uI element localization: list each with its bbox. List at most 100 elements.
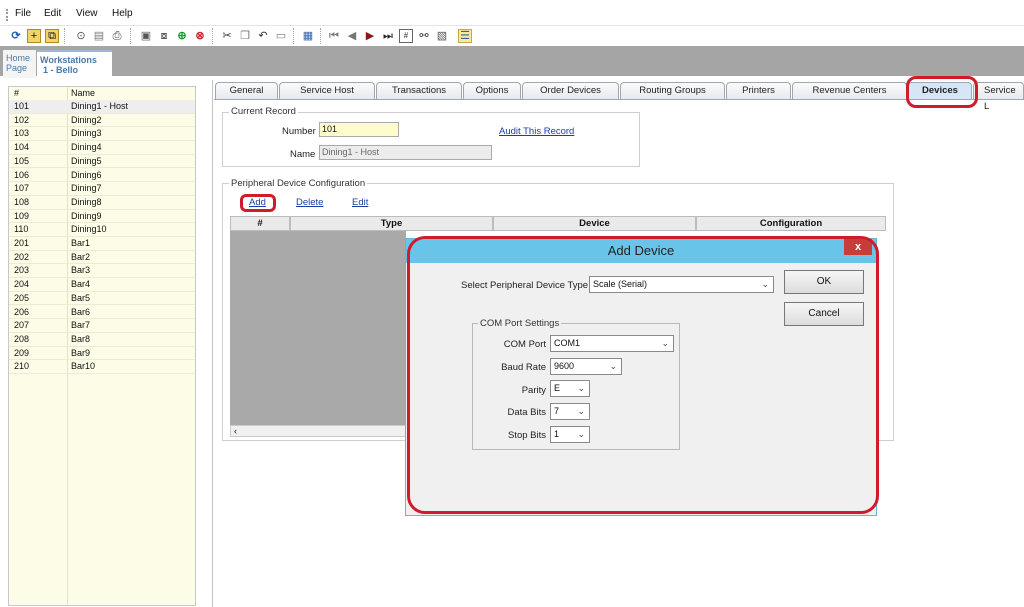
tab-printers[interactable]: Printers [726,82,791,99]
list-item-name: Dining7 [71,183,102,194]
list-item-number: 207 [14,320,30,331]
grid-view-icon[interactable]: ▦ [301,29,315,43]
column-header-number[interactable]: # [230,216,290,231]
refresh-icon[interactable]: ⟳ [9,29,23,43]
list-item[interactable]: 105 Dining5 [9,155,195,169]
list-item-name: Bar9 [71,347,91,358]
paste-icon[interactable]: ▭ [274,29,288,43]
cut-icon[interactable]: ✂ [220,29,234,43]
grid-horizontal-scrollbar[interactable]: ‹ [230,425,406,437]
list-item-name: Bar7 [71,320,91,331]
tab-general[interactable]: General [215,82,278,99]
tab-transactions[interactable]: Transactions [376,82,462,99]
list-item[interactable]: 101 Dining1 - Host [9,100,195,114]
copy-record-icon[interactable]: ⧉ [45,29,59,43]
list-item[interactable]: 110 Dining10 [9,223,195,237]
list-item-name: Dining6 [71,169,102,180]
number-field[interactable]: 101 [319,122,399,137]
list-item-name: Bar2 [71,251,91,262]
menu-grip [6,9,8,21]
list-item[interactable]: 203 Bar3 [9,264,195,279]
delete-icon[interactable]: ⊗ [193,29,207,43]
column-header-configuration[interactable]: Configuration [696,216,886,231]
first-record-icon[interactable]: ⏮ [327,29,341,43]
record-list: # Name 101 Dining1 - Host 102 Dining2 103 Din… [8,86,196,606]
print-icon[interactable]: ⎙ [110,29,124,43]
list-item-name: Bar3 [71,265,91,276]
list-item[interactable]: 201 Bar1 [9,237,195,251]
list-item-number: 106 [14,169,30,180]
list-item[interactable]: 102 Dining2 [9,114,195,128]
tab-revenue-centers[interactable]: Revenue Centers [792,82,907,99]
list-item[interactable]: 106 Dining6 [9,169,195,183]
list-item[interactable]: 109 Dining9 [9,210,195,224]
list-item[interactable]: 107 Dining7 [9,182,195,196]
ws-tab-line1: Workstations [40,55,97,65]
list-item[interactable]: 206 Bar6 [9,306,195,320]
table-icon[interactable]: ☰ [458,29,472,43]
tab-service-host[interactable]: Service Host [279,82,375,99]
binoculars-icon[interactable]: ⚯ [417,29,431,43]
tab-options[interactable]: Options [463,82,521,99]
list-item-number: 201 [14,238,30,248]
list-item-number: 206 [14,306,30,317]
list-item[interactable]: 103 Dining3 [9,127,195,142]
last-record-icon[interactable]: ⏭ [381,29,395,43]
save-icon[interactable]: ▣ [139,29,153,43]
workstations-page-tab[interactable]: Workstations 1 - Bello [37,50,112,78]
new-record-icon[interactable]: + [27,29,41,43]
copy-icon[interactable]: ❐ [238,29,252,43]
edit-link[interactable]: Edit [352,197,368,208]
list-item[interactable]: 207 Bar7 [9,319,195,333]
list-item-name: Dining4 [71,142,102,153]
toolbar-separator [320,28,321,44]
list-item-name: Dining10 [71,224,107,235]
menu-view[interactable]: View [76,8,98,19]
tab-service-l[interactable]: Service L [973,82,1024,112]
menu-file[interactable]: File [15,8,31,19]
list-item-number: 205 [14,292,30,303]
column-header-device[interactable]: Device [493,216,696,231]
undo-icon[interactable]: ↶ [256,29,270,43]
tab-baseline [214,99,1024,100]
list-item-number: 104 [14,142,30,153]
next-record-icon[interactable]: ▶ [363,29,377,43]
toolbar-separator [293,28,294,44]
list-item[interactable]: 205 Bar5 [9,292,195,306]
menu-help[interactable]: Help [112,8,133,19]
list-item-number: 204 [14,279,30,290]
list-item-number: 209 [14,347,30,358]
home-tab-line2: Page [6,63,28,73]
device-grid-body[interactable] [230,231,406,427]
goto-record-icon[interactable]: # [399,29,413,43]
list-item[interactable]: 104 Dining4 [9,141,195,155]
toolbar [0,26,1024,46]
list-item[interactable]: 108 Dining8 [9,196,195,210]
add-icon[interactable]: ⊕ [175,29,189,43]
tab-routing-groups[interactable]: Routing Groups [620,82,725,99]
list-item[interactable]: 208 Bar8 [9,333,195,347]
delete-link[interactable]: Delete [296,197,323,208]
preview-icon[interactable]: ▤ [92,29,106,43]
save-all-icon[interactable]: ⧇ [157,29,171,43]
list-item[interactable]: 204 Bar4 [9,278,195,292]
list-item[interactable]: 209 Bar9 [9,347,195,361]
audit-record-link[interactable]: Audit This Record [499,126,574,137]
tab-order-devices[interactable]: Order Devices [522,82,619,99]
list-item[interactable]: 210 Bar10 [9,360,195,374]
list-item-name: Bar10 [71,361,96,372]
filter-icon[interactable]: ▧ [435,29,449,43]
list-header-number: # [14,88,20,98]
list-item-number: 203 [14,265,30,276]
search-icon[interactable]: ⊙ [74,29,88,43]
menu-edit[interactable]: Edit [44,8,61,19]
list-item-name: Dining9 [71,210,102,221]
home-tab-line1: Home [6,53,31,63]
previous-record-icon[interactable]: ◀ [345,29,359,43]
toolbar-separator [64,28,65,44]
column-header-type[interactable]: Type [290,216,493,231]
scroll-left-icon[interactable]: ‹ [234,426,237,436]
list-item[interactable]: 202 Bar2 [9,251,195,265]
name-field[interactable]: Dining1 - Host [319,145,492,160]
home-page-tab[interactable]: Home Page [3,50,36,78]
